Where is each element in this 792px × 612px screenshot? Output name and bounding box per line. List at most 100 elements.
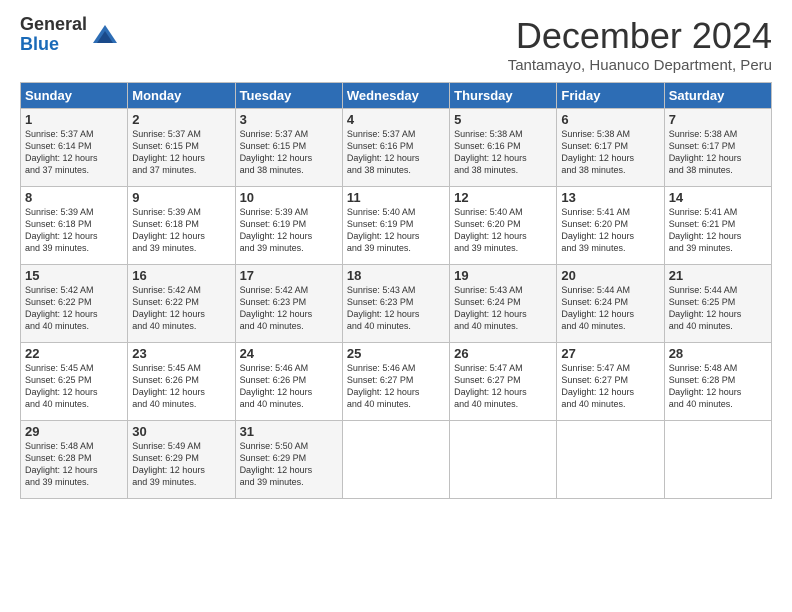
- table-cell: 15Sunrise: 5:42 AM Sunset: 6:22 PM Dayli…: [21, 265, 128, 343]
- day-number: 5: [454, 112, 552, 127]
- day-number: 7: [669, 112, 767, 127]
- table-row: 8Sunrise: 5:39 AM Sunset: 6:18 PM Daylig…: [21, 187, 772, 265]
- day-number: 17: [240, 268, 338, 283]
- day-number: 21: [669, 268, 767, 283]
- table-cell: 14Sunrise: 5:41 AM Sunset: 6:21 PM Dayli…: [664, 187, 771, 265]
- table-cell: 13Sunrise: 5:41 AM Sunset: 6:20 PM Dayli…: [557, 187, 664, 265]
- day-info: Sunrise: 5:42 AM Sunset: 6:23 PM Dayligh…: [240, 284, 338, 333]
- logo-blue-text: Blue: [20, 35, 87, 55]
- day-info: Sunrise: 5:37 AM Sunset: 6:15 PM Dayligh…: [240, 128, 338, 177]
- table-cell: 28Sunrise: 5:48 AM Sunset: 6:28 PM Dayli…: [664, 343, 771, 421]
- table-cell: 29Sunrise: 5:48 AM Sunset: 6:28 PM Dayli…: [21, 421, 128, 499]
- table-cell: 30Sunrise: 5:49 AM Sunset: 6:29 PM Dayli…: [128, 421, 235, 499]
- day-info: Sunrise: 5:40 AM Sunset: 6:20 PM Dayligh…: [454, 206, 552, 255]
- day-info: Sunrise: 5:40 AM Sunset: 6:19 PM Dayligh…: [347, 206, 445, 255]
- table-cell: 1Sunrise: 5:37 AM Sunset: 6:14 PM Daylig…: [21, 109, 128, 187]
- day-number: 13: [561, 190, 659, 205]
- day-info: Sunrise: 5:45 AM Sunset: 6:25 PM Dayligh…: [25, 362, 123, 411]
- table-row: 29Sunrise: 5:48 AM Sunset: 6:28 PM Dayli…: [21, 421, 772, 499]
- day-info: Sunrise: 5:37 AM Sunset: 6:16 PM Dayligh…: [347, 128, 445, 177]
- day-number: 25: [347, 346, 445, 361]
- day-info: Sunrise: 5:39 AM Sunset: 6:18 PM Dayligh…: [25, 206, 123, 255]
- table-cell: [664, 421, 771, 499]
- day-info: Sunrise: 5:42 AM Sunset: 6:22 PM Dayligh…: [132, 284, 230, 333]
- day-number: 8: [25, 190, 123, 205]
- table-row: 22Sunrise: 5:45 AM Sunset: 6:25 PM Dayli…: [21, 343, 772, 421]
- day-number: 18: [347, 268, 445, 283]
- day-number: 20: [561, 268, 659, 283]
- day-number: 11: [347, 190, 445, 205]
- month-title: December 2024: [508, 15, 772, 57]
- table-cell: 12Sunrise: 5:40 AM Sunset: 6:20 PM Dayli…: [450, 187, 557, 265]
- table-cell: 22Sunrise: 5:45 AM Sunset: 6:25 PM Dayli…: [21, 343, 128, 421]
- table-cell: 31Sunrise: 5:50 AM Sunset: 6:29 PM Dayli…: [235, 421, 342, 499]
- day-info: Sunrise: 5:50 AM Sunset: 6:29 PM Dayligh…: [240, 440, 338, 489]
- col-friday: Friday: [557, 83, 664, 109]
- day-info: Sunrise: 5:45 AM Sunset: 6:26 PM Dayligh…: [132, 362, 230, 411]
- table-cell: 2Sunrise: 5:37 AM Sunset: 6:15 PM Daylig…: [128, 109, 235, 187]
- day-info: Sunrise: 5:42 AM Sunset: 6:22 PM Dayligh…: [25, 284, 123, 333]
- day-info: Sunrise: 5:38 AM Sunset: 6:17 PM Dayligh…: [561, 128, 659, 177]
- table-cell: 17Sunrise: 5:42 AM Sunset: 6:23 PM Dayli…: [235, 265, 342, 343]
- table-cell: 23Sunrise: 5:45 AM Sunset: 6:26 PM Dayli…: [128, 343, 235, 421]
- day-number: 6: [561, 112, 659, 127]
- calendar-page: General Blue December 2024 Tantamayo, Hu…: [0, 0, 792, 612]
- day-number: 16: [132, 268, 230, 283]
- table-cell: [557, 421, 664, 499]
- day-info: Sunrise: 5:38 AM Sunset: 6:17 PM Dayligh…: [669, 128, 767, 177]
- table-cell: 19Sunrise: 5:43 AM Sunset: 6:24 PM Dayli…: [450, 265, 557, 343]
- day-number: 10: [240, 190, 338, 205]
- subtitle: Tantamayo, Huanuco Department, Peru: [508, 57, 772, 74]
- table-cell: 18Sunrise: 5:43 AM Sunset: 6:23 PM Dayli…: [342, 265, 449, 343]
- day-number: 31: [240, 424, 338, 439]
- table-cell: 4Sunrise: 5:37 AM Sunset: 6:16 PM Daylig…: [342, 109, 449, 187]
- col-wednesday: Wednesday: [342, 83, 449, 109]
- day-info: Sunrise: 5:43 AM Sunset: 6:23 PM Dayligh…: [347, 284, 445, 333]
- day-number: 1: [25, 112, 123, 127]
- table-cell: 6Sunrise: 5:38 AM Sunset: 6:17 PM Daylig…: [557, 109, 664, 187]
- day-info: Sunrise: 5:44 AM Sunset: 6:24 PM Dayligh…: [561, 284, 659, 333]
- table-cell: [450, 421, 557, 499]
- day-number: 30: [132, 424, 230, 439]
- table-cell: 25Sunrise: 5:46 AM Sunset: 6:27 PM Dayli…: [342, 343, 449, 421]
- day-info: Sunrise: 5:49 AM Sunset: 6:29 PM Dayligh…: [132, 440, 230, 489]
- title-area: December 2024 Tantamayo, Huanuco Departm…: [508, 15, 772, 74]
- logo-icon: [91, 21, 119, 49]
- table-cell: 3Sunrise: 5:37 AM Sunset: 6:15 PM Daylig…: [235, 109, 342, 187]
- day-info: Sunrise: 5:48 AM Sunset: 6:28 PM Dayligh…: [25, 440, 123, 489]
- table-cell: 27Sunrise: 5:47 AM Sunset: 6:27 PM Dayli…: [557, 343, 664, 421]
- col-thursday: Thursday: [450, 83, 557, 109]
- day-number: 4: [347, 112, 445, 127]
- col-tuesday: Tuesday: [235, 83, 342, 109]
- day-info: Sunrise: 5:43 AM Sunset: 6:24 PM Dayligh…: [454, 284, 552, 333]
- table-cell: 8Sunrise: 5:39 AM Sunset: 6:18 PM Daylig…: [21, 187, 128, 265]
- logo-general-text: General: [20, 15, 87, 35]
- col-monday: Monday: [128, 83, 235, 109]
- table-cell: 11Sunrise: 5:40 AM Sunset: 6:19 PM Dayli…: [342, 187, 449, 265]
- table-cell: 7Sunrise: 5:38 AM Sunset: 6:17 PM Daylig…: [664, 109, 771, 187]
- day-info: Sunrise: 5:41 AM Sunset: 6:21 PM Dayligh…: [669, 206, 767, 255]
- day-info: Sunrise: 5:47 AM Sunset: 6:27 PM Dayligh…: [561, 362, 659, 411]
- table-cell: 9Sunrise: 5:39 AM Sunset: 6:18 PM Daylig…: [128, 187, 235, 265]
- day-number: 15: [25, 268, 123, 283]
- table-cell: 26Sunrise: 5:47 AM Sunset: 6:27 PM Dayli…: [450, 343, 557, 421]
- day-number: 12: [454, 190, 552, 205]
- day-info: Sunrise: 5:47 AM Sunset: 6:27 PM Dayligh…: [454, 362, 552, 411]
- day-number: 9: [132, 190, 230, 205]
- day-number: 28: [669, 346, 767, 361]
- day-info: Sunrise: 5:37 AM Sunset: 6:15 PM Dayligh…: [132, 128, 230, 177]
- day-info: Sunrise: 5:38 AM Sunset: 6:16 PM Dayligh…: [454, 128, 552, 177]
- table-cell: [342, 421, 449, 499]
- logo: General Blue: [20, 15, 119, 55]
- table-cell: 21Sunrise: 5:44 AM Sunset: 6:25 PM Dayli…: [664, 265, 771, 343]
- day-info: Sunrise: 5:39 AM Sunset: 6:18 PM Dayligh…: [132, 206, 230, 255]
- col-saturday: Saturday: [664, 83, 771, 109]
- day-number: 27: [561, 346, 659, 361]
- day-number: 3: [240, 112, 338, 127]
- col-sunday: Sunday: [21, 83, 128, 109]
- day-number: 19: [454, 268, 552, 283]
- day-number: 22: [25, 346, 123, 361]
- day-number: 26: [454, 346, 552, 361]
- day-info: Sunrise: 5:37 AM Sunset: 6:14 PM Dayligh…: [25, 128, 123, 177]
- day-info: Sunrise: 5:46 AM Sunset: 6:27 PM Dayligh…: [347, 362, 445, 411]
